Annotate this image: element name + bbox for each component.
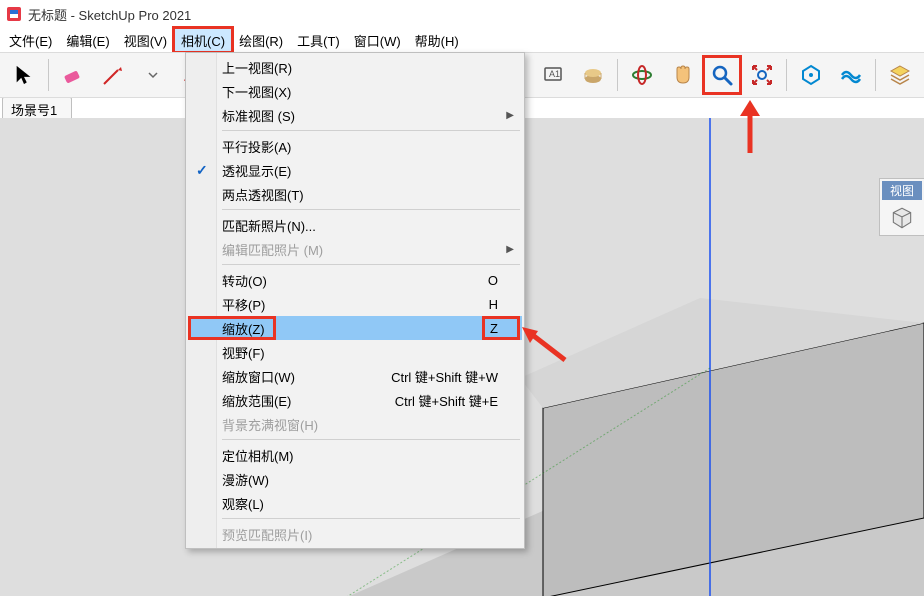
menu-edit[interactable]: 编辑(E) <box>59 28 116 52</box>
menu-edit-match-photo: 编辑匹配照片 (M)▶ <box>188 237 522 261</box>
menu-next-view[interactable]: 下一视图(X) <box>188 79 522 103</box>
menu-look[interactable]: 观察(L) <box>188 491 522 515</box>
zoom-tool[interactable] <box>704 57 740 93</box>
view-iso-button[interactable] <box>882 203 922 233</box>
menu-match-new-photo[interactable]: 匹配新照片(N)... <box>188 213 522 237</box>
menu-parallel[interactable]: 平行投影(A) <box>188 134 522 158</box>
toolbar-separator <box>48 59 49 91</box>
select-tool[interactable] <box>6 57 42 93</box>
app-icon <box>6 6 22 22</box>
menubar: 文件(E) 编辑(E) 视图(V) 相机(C) 绘图(R) 工具(T) 窗口(W… <box>0 28 924 52</box>
menu-prev-view[interactable]: 上一视图(R) <box>188 55 522 79</box>
menu-fov[interactable]: 视野(F) <box>188 340 522 364</box>
toolbar-separator <box>617 59 618 91</box>
menu-window[interactable]: 窗口(W) <box>347 28 408 52</box>
submenu-arrow-icon: ▶ <box>506 110 514 121</box>
menu-standard-views[interactable]: 标准视图 (S)▶ <box>188 103 522 127</box>
orbit-tool[interactable] <box>624 57 660 93</box>
text-tool[interactable]: A1 <box>535 57 571 93</box>
menu-file[interactable]: 文件(E) <box>2 28 59 52</box>
pushpull-tool[interactable] <box>575 57 611 93</box>
camera-dropdown: 上一视图(R) 下一视图(X) 标准视图 (S)▶ 平行投影(A) ✓透视显示(… <box>185 52 525 549</box>
toolbar-separator <box>875 59 876 91</box>
menu-draw[interactable]: 绘图(R) <box>232 28 290 52</box>
annotation-arrow-icon <box>520 325 570 365</box>
menu-position-camera[interactable]: 定位相机(M) <box>188 443 522 467</box>
menu-zoom[interactable]: 缩放(Z) Z <box>188 316 522 340</box>
menu-help[interactable]: 帮助(H) <box>408 28 466 52</box>
layers-tool[interactable] <box>882 57 918 93</box>
menu-preview-match: 预览匹配照片(I) <box>188 522 522 546</box>
views-panel: 视图 <box>879 178 924 236</box>
line-tool[interactable] <box>95 57 131 93</box>
menu-camera[interactable]: 相机(C) <box>174 28 232 52</box>
menu-perspective[interactable]: ✓透视显示(E) <box>188 158 522 182</box>
menu-view[interactable]: 视图(V) <box>117 28 174 52</box>
menu-pan[interactable]: 平移(P)H <box>188 292 522 316</box>
annotation-arrow-icon <box>735 98 765 158</box>
eraser-tool[interactable] <box>55 57 91 93</box>
svg-text:A1: A1 <box>549 69 560 79</box>
menu-bg-zoom: 背景充满视窗(H) <box>188 412 522 436</box>
menu-zoom-window[interactable]: 缩放窗口(W)Ctrl 键+Shift 键+W <box>188 364 522 388</box>
zoom-extents-tool[interactable] <box>744 57 780 93</box>
line-dropdown[interactable] <box>135 57 171 93</box>
styles-tool-1[interactable] <box>793 57 829 93</box>
styles-tool-2[interactable] <box>833 57 869 93</box>
titlebar: 无标题 - SketchUp Pro 2021 <box>0 0 924 28</box>
menu-orbit[interactable]: 转动(O)O <box>188 268 522 292</box>
toolbar-separator <box>786 59 787 91</box>
menu-two-point[interactable]: 两点透视图(T) <box>188 182 522 206</box>
check-icon: ✓ <box>196 162 208 179</box>
window-title: 无标题 - SketchUp Pro 2021 <box>28 5 191 24</box>
submenu-arrow-icon: ▶ <box>506 244 514 255</box>
pan-tool[interactable] <box>664 57 700 93</box>
menu-walk[interactable]: 漫游(W) <box>188 467 522 491</box>
menu-tools[interactable]: 工具(T) <box>290 28 347 52</box>
views-panel-title: 视图 <box>882 181 922 200</box>
menu-zoom-extents[interactable]: 缩放范围(E)Ctrl 键+Shift 键+E <box>188 388 522 412</box>
